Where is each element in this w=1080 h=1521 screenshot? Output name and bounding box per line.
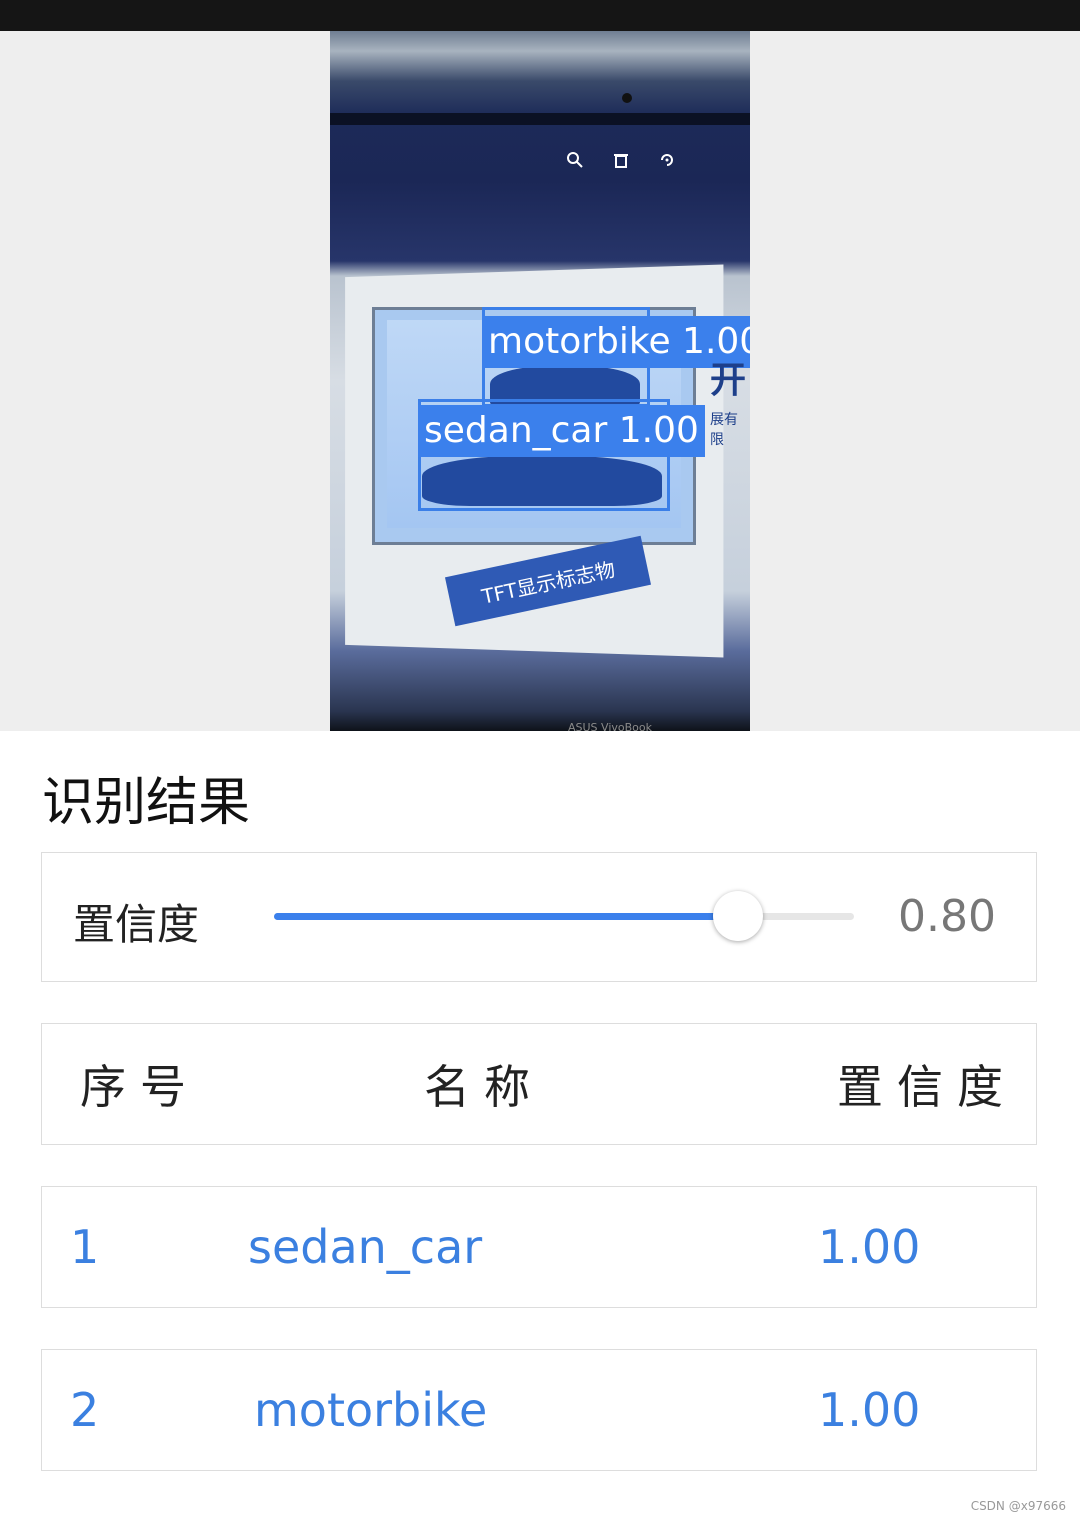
results-table-header: 序号 名称 置信度 (41, 1023, 1037, 1145)
laptop-bezel (330, 113, 750, 125)
sign-small-text: 展有限 (710, 412, 738, 448)
laptop-brand: ASUS VivoBook (568, 721, 652, 731)
header-name: 名称 (424, 1060, 544, 1114)
trash-icon (612, 151, 630, 174)
background-sign: 开 展有限 (710, 351, 750, 481)
results-title: 识别结果 (42, 773, 251, 833)
photo-toolbar (566, 151, 676, 174)
table-row[interactable]: 1 sedan_car 1.00 (41, 1186, 1037, 1308)
row-index: 2 (70, 1383, 100, 1437)
table-row[interactable]: 2 motorbike 1.00 (41, 1349, 1037, 1471)
row-name: motorbike (254, 1383, 488, 1437)
rotate-icon (658, 151, 676, 174)
row-confidence: 1.00 (818, 1220, 921, 1274)
confidence-slider-fill (274, 913, 738, 920)
status-bar (0, 0, 1080, 31)
row-confidence: 1.00 (818, 1383, 921, 1437)
sedan-car-detection-label: sedan_car 1.00 (418, 405, 705, 457)
header-confidence: 置信度 (837, 1060, 1017, 1114)
confidence-slider-track[interactable] (274, 891, 854, 941)
confidence-slider-thumb[interactable] (713, 891, 763, 941)
watermark: CSDN @x97666 (970, 1499, 1066, 1513)
header-index: 序号 (80, 1060, 200, 1114)
zoom-icon (566, 151, 584, 174)
camera-preview[interactable]: motorbike 1.00 sedan_car 1.00 开 展有限 TFT显… (330, 31, 750, 731)
confidence-slider-value: 0.80 (898, 891, 996, 942)
row-name: sedan_car (248, 1220, 483, 1274)
confidence-slider-card: 置信度 0.80 (41, 852, 1037, 982)
webcam-dot (622, 93, 632, 103)
camera-area: motorbike 1.00 sedan_car 1.00 开 展有限 TFT显… (0, 31, 1080, 731)
row-index: 1 (70, 1220, 100, 1274)
sign-text: 开 (710, 360, 747, 401)
confidence-slider-label: 置信度 (73, 900, 200, 949)
